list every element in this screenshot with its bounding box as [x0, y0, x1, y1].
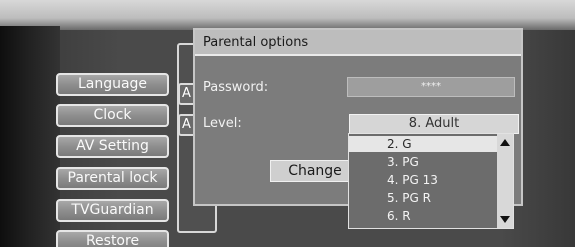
level-option-r[interactable]: 6. R — [349, 208, 497, 224]
password-field[interactable]: **** — [347, 77, 515, 97]
tv-screen: Language Clock AV Setting Parental lock … — [0, 0, 575, 247]
menu-item-clock[interactable]: Clock — [56, 104, 169, 127]
menu-item-parental-lock[interactable]: Parental lock — [56, 167, 169, 190]
screen-bezel — [0, 26, 60, 247]
level-option-g[interactable]: 2. G — [349, 136, 497, 152]
level-select[interactable]: 8. Adult — [349, 114, 519, 134]
menu-item-restore[interactable]: Restore — [56, 230, 169, 247]
menu-item-tvguardian[interactable]: TVGuardian — [56, 199, 169, 222]
level-option-pgr[interactable]: 5. PG R — [349, 190, 497, 206]
menu-item-av-setting[interactable]: AV Setting — [56, 135, 169, 158]
level-option-pg13[interactable]: 4. PG 13 — [349, 172, 497, 188]
level-label: Level: — [203, 116, 242, 131]
screen-glare — [0, 0, 575, 30]
menu-item-language[interactable]: Language — [56, 73, 169, 96]
scroll-up-icon[interactable] — [500, 139, 510, 146]
level-option-pg[interactable]: 3. PG — [349, 154, 497, 170]
password-label: Password: — [203, 80, 269, 95]
change-password-button[interactable]: Change — [270, 160, 360, 182]
dropdown-scrollbar[interactable] — [497, 134, 513, 228]
dialog-title: Parental options — [195, 30, 521, 56]
scroll-down-icon[interactable] — [500, 216, 510, 223]
level-dropdown-list: 2. G 3. PG 4. PG 13 5. PG R 6. R — [348, 133, 514, 229]
